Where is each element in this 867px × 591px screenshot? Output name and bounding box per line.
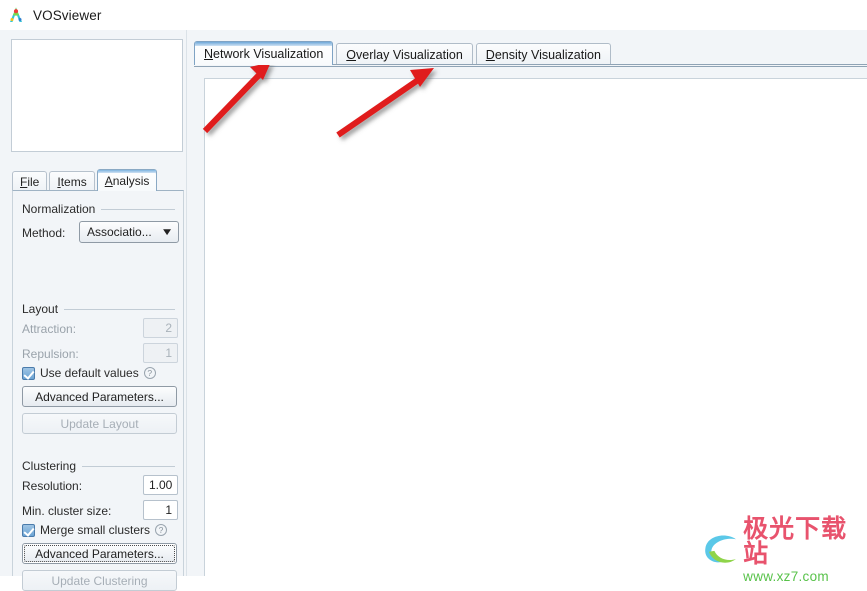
clustering-advanced-parameters-button[interactable]: Advanced Parameters... xyxy=(22,543,177,564)
repulsion-label: Repulsion: xyxy=(22,347,79,361)
attraction-input[interactable]: 2 xyxy=(143,318,178,338)
watermark-cn-text: 极光下载站 xyxy=(743,514,848,568)
app-title: VOSviewer xyxy=(33,7,102,23)
attraction-label: Attraction: xyxy=(22,322,77,336)
tab-density-mnemonic: D xyxy=(485,47,495,62)
tab-file-mnemonic: F xyxy=(20,174,28,189)
tab-file[interactable]: File xyxy=(12,171,48,191)
layout-group-label: Layout xyxy=(22,302,65,316)
use-default-values-row[interactable]: Use default values ? xyxy=(22,366,156,380)
analysis-tab-content: Normalization Method: Associatio... ▼ La… xyxy=(12,190,184,591)
help-icon-layout[interactable]: ? xyxy=(143,367,156,379)
tab-overlay-mnemonic: O xyxy=(346,47,357,62)
normalization-method-select[interactable]: Associatio... ▼ xyxy=(79,221,179,243)
watermark: 极光下载站 www.xz7.com xyxy=(700,516,860,584)
watermark-logo-icon xyxy=(705,535,736,563)
panel-splitter[interactable] xyxy=(186,30,194,576)
normalization-group-label: Normalization xyxy=(22,202,102,216)
tab-items-label: tems xyxy=(60,174,87,189)
visualization-tab-strip: Network Visualization Overlay Visualizat… xyxy=(194,41,867,65)
merge-small-clusters-row[interactable]: Merge small clusters ? xyxy=(22,523,168,537)
min-cluster-size-input[interactable]: 1 xyxy=(143,500,178,520)
tab-analysis-mnemonic: A xyxy=(104,173,113,188)
tab-network-mnemonic: N xyxy=(204,46,214,61)
update-layout-button[interactable]: Update Layout xyxy=(22,413,177,434)
layout-advanced-parameters-button[interactable]: Advanced Parameters... xyxy=(22,386,177,407)
use-default-values-checkbox[interactable] xyxy=(22,366,35,380)
tab-density-visualization[interactable]: Density Visualization xyxy=(475,43,611,65)
right-panel: Network Visualization Overlay Visualizat… xyxy=(194,30,867,576)
normalization-method-value: Associatio... xyxy=(87,225,152,239)
merge-small-clusters-label: Merge small clusters xyxy=(40,523,151,537)
left-tab-strip: File Items Analysis xyxy=(12,169,184,191)
chevron-down-icon: ▼ xyxy=(160,226,174,238)
update-clustering-button[interactable]: Update Clustering xyxy=(22,570,177,591)
tab-density-label: ensity Visualization xyxy=(494,47,601,62)
merge-small-clusters-checkbox[interactable] xyxy=(22,523,35,537)
visualization-canvas[interactable] xyxy=(204,78,867,576)
help-icon-clustering[interactable]: ? xyxy=(155,524,168,536)
main-window: File Items Analysis Normalization Method… xyxy=(0,30,867,591)
clustering-advanced-parameters-label: Advanced Parameters... xyxy=(35,546,164,561)
tab-overlay-label: verlay Visualization xyxy=(356,47,463,62)
repulsion-input[interactable]: 1 xyxy=(143,343,178,363)
title-bar: VOSviewer xyxy=(0,0,867,30)
min-cluster-size-label: Min. cluster size: xyxy=(22,504,112,518)
watermark-url-text: www.xz7.com xyxy=(743,568,829,584)
vosviewer-logo-icon xyxy=(7,6,25,24)
tab-network-label: etwork Visualization xyxy=(213,46,324,61)
method-label: Method: xyxy=(22,226,66,240)
tab-overlay-visualization[interactable]: Overlay Visualization xyxy=(336,43,473,65)
resolution-input[interactable]: 1.00 xyxy=(143,475,178,495)
tab-analysis-label: nalysis xyxy=(112,173,150,188)
tab-items[interactable]: Items xyxy=(49,171,95,191)
resolution-label: Resolution: xyxy=(22,479,83,493)
tab-analysis[interactable]: Analysis xyxy=(96,169,158,191)
tab-network-visualization[interactable]: Network Visualization xyxy=(194,41,334,65)
network-preview-box[interactable] xyxy=(11,39,183,152)
left-panel: File Items Analysis Normalization Method… xyxy=(0,30,186,591)
tab-file-label: ile xyxy=(27,174,40,189)
use-default-values-label: Use default values xyxy=(40,366,139,380)
clustering-group-label: Clustering xyxy=(22,459,83,473)
